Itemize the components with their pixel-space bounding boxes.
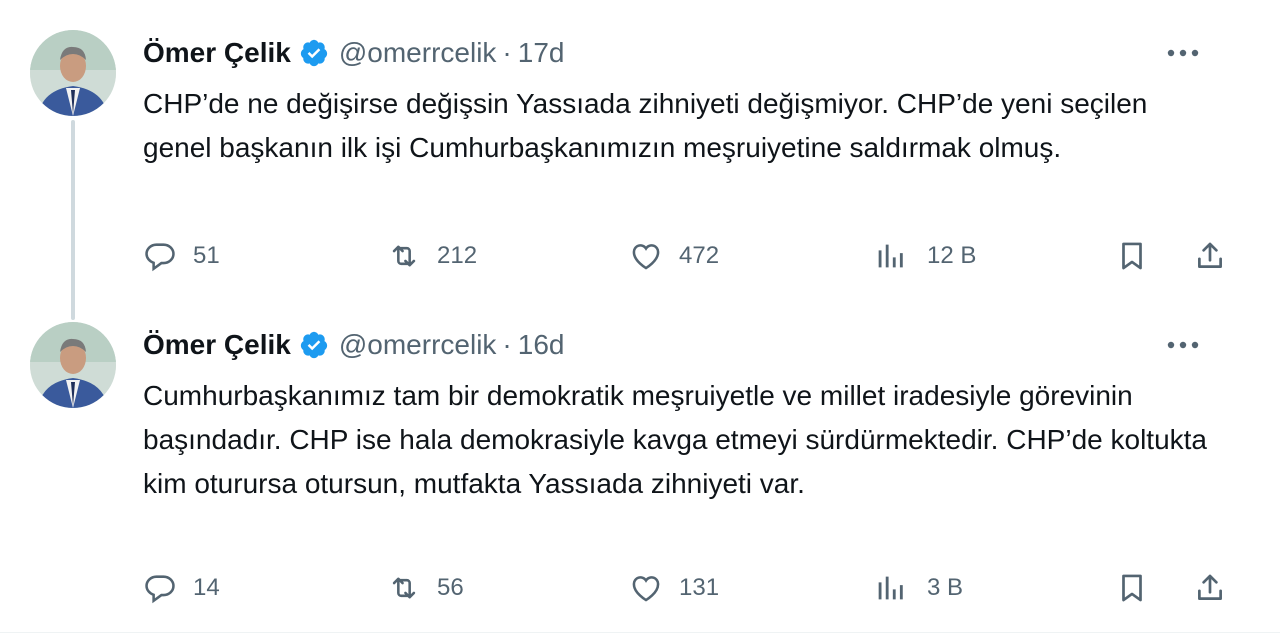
more-options-button[interactable] <box>1163 330 1203 360</box>
tweet-timestamp[interactable]: 17d <box>518 37 565 69</box>
avatar[interactable] <box>30 30 116 116</box>
share-icon <box>1198 574 1222 600</box>
views-icon <box>878 576 903 600</box>
like-icon <box>632 244 660 270</box>
more-horizontal-icon <box>1167 341 1199 349</box>
share-icon <box>1198 242 1222 268</box>
author-name[interactable]: Ömer Çelik <box>143 37 291 69</box>
tweet-timestamp[interactable]: 16d <box>518 329 565 361</box>
retweet-button[interactable]: 56 <box>387 568 464 608</box>
divider <box>0 632 1280 633</box>
share-button[interactable] <box>1193 568 1227 608</box>
views-button[interactable]: 12 B <box>873 236 976 276</box>
bookmark-icon <box>1122 242 1142 270</box>
tweet-actions: 51 212 472 12 B <box>143 236 1253 276</box>
reply-button[interactable]: 51 <box>143 236 220 276</box>
more-options-button[interactable] <box>1163 38 1203 68</box>
bookmark-button[interactable] <box>1115 236 1149 276</box>
like-count: 131 <box>679 574 720 601</box>
avatar-photo <box>30 322 116 408</box>
avatar-photo <box>30 30 116 116</box>
views-button[interactable]: 3 B <box>873 568 963 608</box>
more-horizontal-icon <box>1167 49 1199 57</box>
bookmark-icon <box>1122 574 1142 602</box>
views-icon <box>878 244 903 268</box>
retweet-count: 212 <box>437 242 478 269</box>
avatar[interactable] <box>30 322 116 408</box>
verified-badge-icon[interactable] <box>299 38 329 68</box>
bookmark-button[interactable] <box>1115 568 1149 608</box>
thread-connector-line <box>71 120 75 320</box>
views-count: 12 B <box>927 242 977 269</box>
tweet-text: Cumhurbaşkanımız tam bir demokratik meşr… <box>143 380 1207 499</box>
reply-count: 14 <box>193 574 220 601</box>
views-count: 3 B <box>927 574 964 601</box>
verified-badge-icon[interactable] <box>299 330 329 360</box>
retweet-icon <box>392 245 416 267</box>
reply-button[interactable]: 14 <box>143 568 220 608</box>
tweet-header: Ömer Çelik @omerrcelik · 16d <box>143 328 564 362</box>
like-button[interactable]: 472 <box>629 236 719 276</box>
retweet-count: 56 <box>437 574 464 601</box>
retweet-button[interactable]: 212 <box>387 236 477 276</box>
separator-dot: · <box>502 37 512 68</box>
separator-dot: · <box>502 329 512 360</box>
like-button[interactable]: 131 <box>629 568 719 608</box>
reply-icon <box>145 575 175 604</box>
author-name[interactable]: Ömer Çelik <box>143 329 291 361</box>
like-icon <box>632 576 660 602</box>
reply-count: 51 <box>193 242 220 269</box>
tweet-text: CHP’de ne değişirse değişsin Yassıada zi… <box>143 88 1148 163</box>
author-handle[interactable]: @omerrcelik <box>339 329 497 361</box>
retweet-icon <box>392 577 416 599</box>
reply-icon <box>145 243 175 272</box>
tweet-actions: 14 56 131 3 B <box>143 568 1253 608</box>
share-button[interactable] <box>1193 236 1227 276</box>
tweet-header: Ömer Çelik @omerrcelik · 17d <box>143 36 564 70</box>
author-handle[interactable]: @omerrcelik <box>339 37 497 69</box>
like-count: 472 <box>679 242 720 269</box>
